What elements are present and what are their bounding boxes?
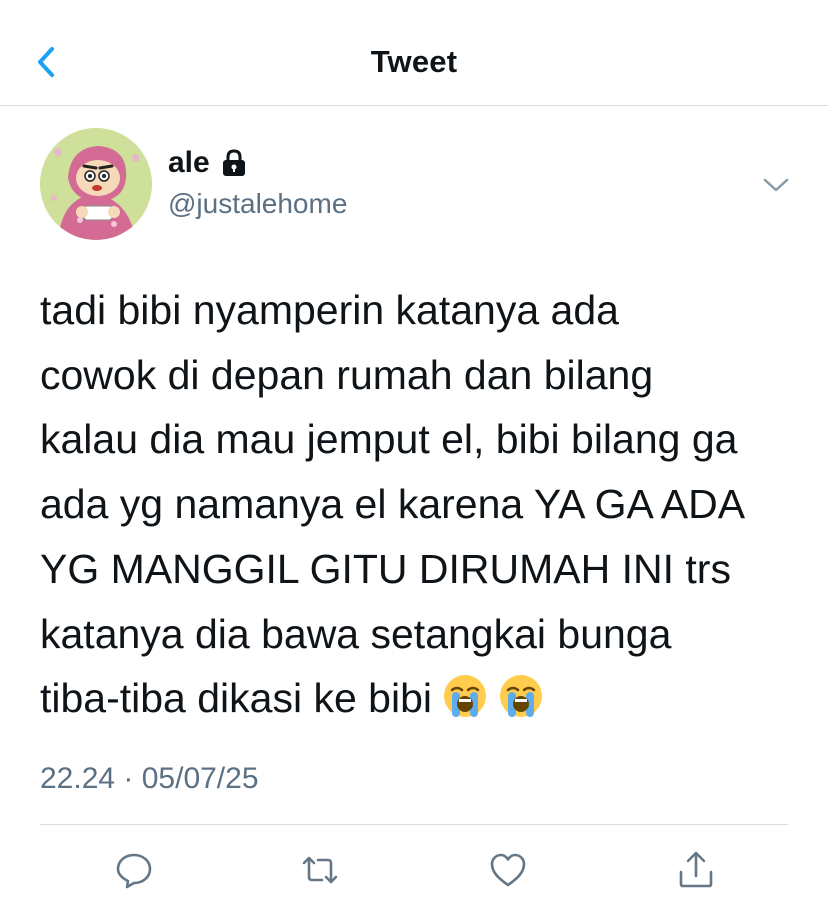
tweet-text-line-last: tiba-tiba dikasi ke bibi (40, 666, 800, 731)
display-name: ale (168, 146, 210, 179)
reply-icon (116, 853, 152, 889)
tweet-timestamp[interactable]: 22.24 · 05/07/25 (40, 762, 259, 796)
tweet-text-line: cowok di depan rumah dan bilang (40, 351, 654, 398)
tweet-text-line-content: tiba-tiba dikasi ke bibi (40, 675, 432, 722)
more-options-button[interactable] (758, 170, 794, 200)
tweet-text-line: YG MANGGIL GITU DIRUMAH INI trs (40, 545, 731, 592)
divider (40, 824, 788, 825)
display-name-row[interactable]: ale (168, 146, 248, 180)
retweet-icon (302, 856, 338, 884)
tweet-text-line: katanya dia bawa setangkai bunga (40, 610, 672, 657)
share-icon (679, 851, 713, 888)
tweet-text: tadi bibi nyamperin katanya ada cowok di… (40, 278, 800, 731)
tweet-text-line: kalau dia mau jemput el, bibi bilang ga (40, 416, 738, 463)
chevron-down-icon (763, 178, 789, 192)
lock-icon (220, 148, 248, 178)
page-title: Tweet (370, 44, 458, 79)
tweet-text-line: tadi bibi nyamperin katanya ada (40, 287, 619, 333)
like-icon (490, 853, 526, 887)
user-handle[interactable]: @justalehome (168, 188, 347, 220)
like-button[interactable] (488, 850, 528, 890)
tweet-text-line: ada yg namanya el karena YA GA ADA (40, 481, 746, 528)
retweet-button[interactable] (300, 850, 340, 890)
share-button[interactable] (676, 850, 716, 890)
loudly-crying-face-emoji-icon (498, 673, 544, 719)
avatar-image (40, 128, 152, 240)
loudly-crying-face-emoji-icon (442, 673, 488, 719)
top-nav-bar: Tweet (0, 0, 828, 106)
avatar[interactable] (40, 128, 152, 240)
reply-button[interactable] (114, 850, 154, 890)
